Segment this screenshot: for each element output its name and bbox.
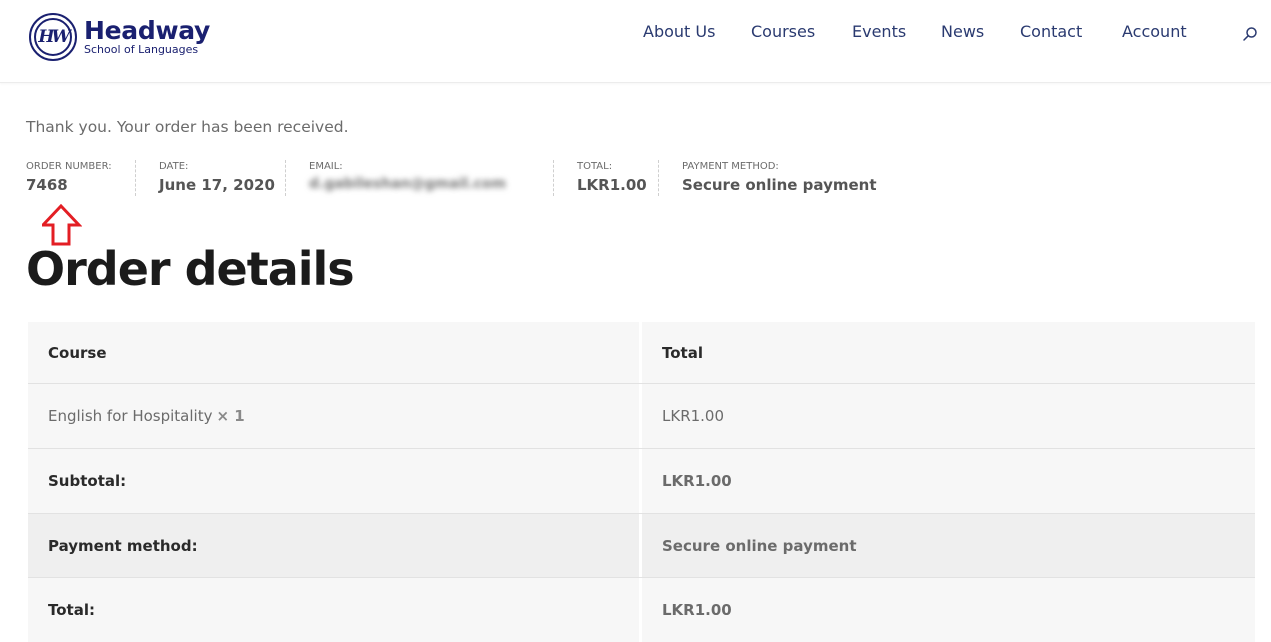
overview-divider xyxy=(135,160,136,196)
order-email-block: EMAIL: d.gabileshan@gmail.com xyxy=(309,158,506,196)
up-arrow-icon xyxy=(42,204,82,246)
column-header-course: Course xyxy=(28,322,639,383)
payment-method-value: Secure online payment xyxy=(682,176,877,194)
total-value: LKR1.00 xyxy=(642,578,1255,642)
logo-emblem: HW xyxy=(29,13,77,61)
logo-monogram: HW xyxy=(38,27,70,47)
column-header-total: Total xyxy=(642,322,1255,383)
nav-contact[interactable]: Contact xyxy=(1020,22,1082,41)
payment-method-block: PAYMENT METHOD: Secure online payment xyxy=(682,158,877,196)
product-name-link[interactable]: English for Hospitality xyxy=(48,407,212,425)
order-total-label: TOTAL: xyxy=(577,161,613,172)
order-email-label: EMAIL: xyxy=(309,161,343,172)
nav-events[interactable]: Events xyxy=(852,22,906,41)
order-received-message: Thank you. Your order has been received. xyxy=(26,118,349,136)
order-total-value: LKR1.00 xyxy=(577,176,647,194)
total-label: Total: xyxy=(28,578,639,642)
order-date-value: June 17, 2020 xyxy=(159,176,275,194)
order-email-value: d.gabileshan@gmail.com xyxy=(309,176,507,192)
payment-method-label: PAYMENT METHOD: xyxy=(682,161,779,172)
subtotal-value: LKR1.00 xyxy=(642,449,1255,513)
product-quantity: × 1 xyxy=(216,407,245,425)
nav-news[interactable]: News xyxy=(941,22,984,41)
headway-logo[interactable]: HW Headway School of Languages xyxy=(29,12,210,62)
nav-account[interactable]: Account xyxy=(1122,22,1187,41)
order-item-cell: English for Hospitality × 1 xyxy=(28,384,639,448)
logo-name: Headway xyxy=(84,15,211,45)
order-date-block: DATE: June 17, 2020 xyxy=(159,158,275,196)
overview-divider xyxy=(285,160,286,196)
nav-about-us[interactable]: About Us xyxy=(643,22,715,41)
table-header-row: Course Total xyxy=(28,322,1255,383)
table-row: Payment method: Secure online payment xyxy=(28,514,1255,577)
order-total-block: TOTAL: LKR1.00 xyxy=(577,158,647,196)
order-number-label: ORDER NUMBER: xyxy=(26,161,112,172)
order-details-heading: Order details xyxy=(26,242,355,296)
subtotal-label: Subtotal: xyxy=(28,449,639,513)
order-number-value: 7468 xyxy=(26,176,68,194)
overview-divider xyxy=(658,160,659,196)
payment-method-row-value: Secure online payment xyxy=(642,514,1255,577)
table-row: English for Hospitality × 1 LKR1.00 xyxy=(28,384,1255,448)
logo-tagline: School of Languages xyxy=(84,42,199,56)
overview-divider xyxy=(553,160,554,196)
search-icon[interactable] xyxy=(1242,26,1258,42)
order-number-block: ORDER NUMBER: 7468 xyxy=(26,158,112,196)
table-row: Subtotal: LKR1.00 xyxy=(28,449,1255,513)
order-item-total: LKR1.00 xyxy=(642,384,1255,448)
site-header: HW Headway School of Languages About Us … xyxy=(0,0,1271,83)
payment-method-row-label: Payment method: xyxy=(28,514,639,577)
table-row: Total: LKR1.00 xyxy=(28,578,1255,642)
nav-courses[interactable]: Courses xyxy=(751,22,815,41)
logo-text: Headway School of Languages xyxy=(84,15,211,56)
order-date-label: DATE: xyxy=(159,161,189,172)
